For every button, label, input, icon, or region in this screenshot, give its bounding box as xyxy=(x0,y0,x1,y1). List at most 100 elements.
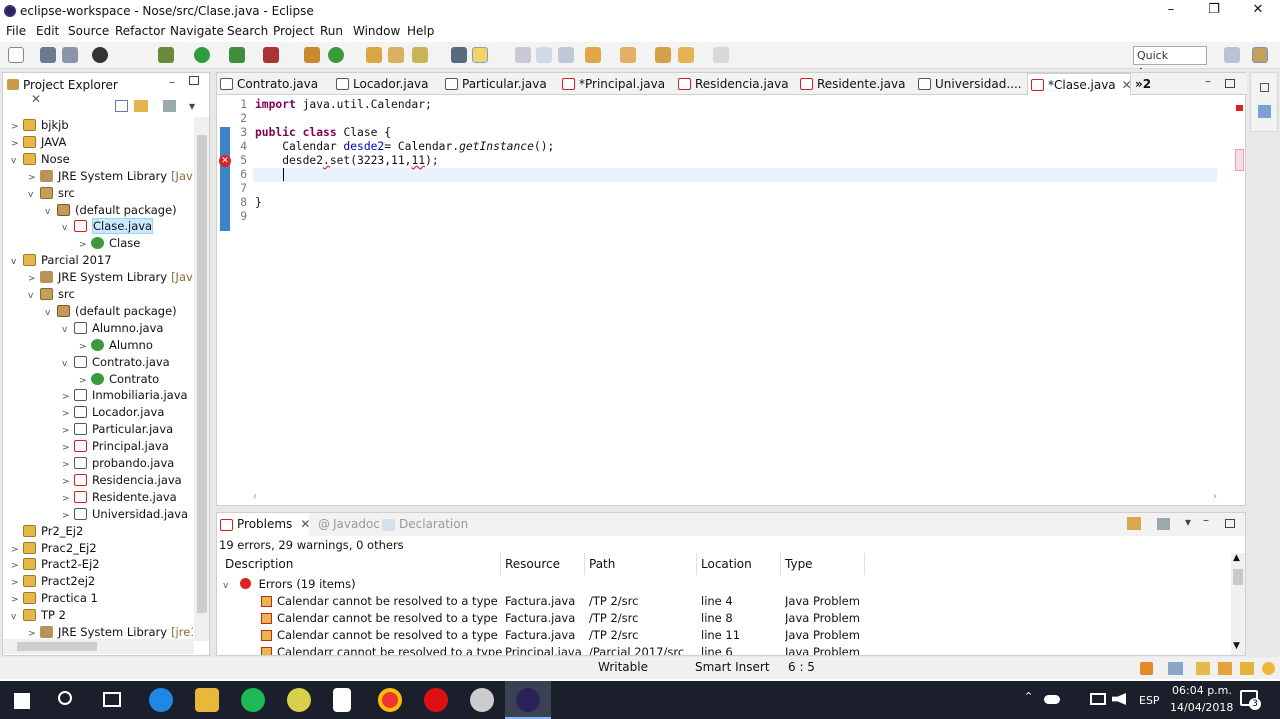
column-description[interactable]: Description xyxy=(221,553,501,575)
scrollbar-thumb[interactable] xyxy=(1233,569,1243,585)
back-icon[interactable] xyxy=(678,47,694,63)
expanded-twisty-icon[interactable]: v xyxy=(62,356,74,373)
tree-item[interactable]: > JAVA xyxy=(11,134,66,151)
expanded-twisty-icon[interactable]: v xyxy=(45,305,57,322)
collapse-all-icon[interactable] xyxy=(115,100,128,112)
expanded-twisty-icon[interactable]: v xyxy=(11,254,23,271)
menu-help[interactable]: Help xyxy=(407,24,434,38)
minimize-editor-icon[interactable]: – xyxy=(1205,74,1211,88)
tree-item[interactable]: > Inmobiliaria.java xyxy=(62,387,188,404)
rss-icon[interactable] xyxy=(1140,662,1153,675)
tab-clase[interactable]: *Clase.java ✕ xyxy=(1027,73,1132,95)
expanded-twisty-icon[interactable]: v xyxy=(45,204,57,221)
tree-item[interactable]: > Prac2_Ej2 xyxy=(11,540,97,557)
notifications-button[interactable]: 3 xyxy=(1240,690,1261,710)
clock-date[interactable]: 14/04/2018 xyxy=(1170,701,1233,714)
tab-overflow-button[interactable]: »2 xyxy=(1131,73,1155,95)
save-icon[interactable] xyxy=(40,47,56,63)
view-menu-icon[interactable]: ▾ xyxy=(189,99,195,113)
tree-item[interactable]: > Contrato xyxy=(79,371,159,388)
tree-item[interactable]: > probando.java xyxy=(62,455,174,472)
tree-item[interactable]: v Alumno.java xyxy=(62,320,163,337)
tree-item[interactable]: v Clase.java xyxy=(62,218,154,235)
cloud-icon[interactable] xyxy=(1044,695,1060,704)
minimize-view-icon[interactable]: – xyxy=(169,75,175,89)
open-task-icon[interactable] xyxy=(388,47,404,63)
edge-icon[interactable] xyxy=(149,688,173,712)
editor-vertical-scrollbar[interactable] xyxy=(1221,97,1235,493)
tree-item[interactable]: v src xyxy=(28,286,75,303)
skip-breakpoints-icon[interactable] xyxy=(92,47,108,63)
tree-item[interactable]: v Parcial 2017 xyxy=(11,252,112,269)
scroll-up-icon[interactable]: ▲ xyxy=(1233,553,1240,563)
column-path[interactable]: Path xyxy=(585,553,697,575)
external-tools-icon[interactable] xyxy=(263,47,279,63)
tab-residente[interactable]: Residente.java xyxy=(797,73,909,95)
block-selection-icon[interactable] xyxy=(536,47,552,63)
spotify-icon[interactable] xyxy=(241,688,265,712)
network-icon[interactable] xyxy=(1090,693,1106,705)
tree-item[interactable]: > Universidad.java xyxy=(62,506,188,523)
maximize-editor-icon[interactable] xyxy=(1225,79,1235,88)
tree-item[interactable]: > Alumno xyxy=(79,337,153,354)
tree-item[interactable]: v src xyxy=(28,185,75,202)
scroll-left-icon[interactable]: ‹ xyxy=(253,491,257,502)
tip-icon[interactable] xyxy=(1240,662,1254,675)
tree-vertical-scrollbar[interactable] xyxy=(194,117,209,641)
quick-access-input[interactable]: Quick Access xyxy=(1133,46,1207,79)
tree-item[interactable]: >JRE System Library[JavaSE- xyxy=(28,269,193,286)
run-icon[interactable] xyxy=(194,47,210,63)
java-perspective-icon[interactable] xyxy=(1252,47,1268,63)
tree-item[interactable]: > Particular.java xyxy=(62,421,173,438)
menu-window[interactable]: Window xyxy=(353,24,400,38)
expanded-twisty-icon[interactable]: v xyxy=(62,322,74,339)
tree-item[interactable]: > Residencia.java xyxy=(62,472,182,489)
tree-item[interactable]: > Principal.java xyxy=(62,438,169,455)
column-resource[interactable]: Resource xyxy=(501,553,585,575)
link-with-editor-icon[interactable] xyxy=(134,100,148,112)
help-icon[interactable] xyxy=(1262,662,1275,675)
open-type-icon[interactable] xyxy=(366,47,382,63)
scroll-down-icon[interactable]: ▼ xyxy=(1233,641,1240,651)
close-icon[interactable]: ✕ xyxy=(31,92,41,106)
table-row[interactable]: Calendarr cannot be resolved to a type Pr… xyxy=(217,644,1231,655)
last-edit-icon[interactable] xyxy=(655,47,671,63)
restore-icon[interactable] xyxy=(1260,83,1269,92)
menu-project[interactable]: Project xyxy=(273,24,314,38)
minimize-button[interactable]: – xyxy=(1149,0,1193,22)
menu-source[interactable]: Source xyxy=(68,24,109,38)
tree-horizontal-scrollbar[interactable] xyxy=(3,639,194,654)
windows-start-icon[interactable] xyxy=(14,693,30,709)
expanded-twisty-icon[interactable]: v xyxy=(11,153,23,170)
scrollbar-thumb[interactable] xyxy=(197,135,207,613)
tree-item[interactable]: Pr2_Ej2 xyxy=(11,523,83,540)
chrome-icon[interactable] xyxy=(378,688,402,712)
toggle-mark-occurrences-icon[interactable] xyxy=(451,47,467,63)
menu-refactor[interactable]: Refactor xyxy=(115,24,165,38)
app-icon[interactable] xyxy=(287,688,311,712)
error-overview-marker[interactable] xyxy=(1236,105,1243,111)
scroll-right-icon[interactable]: › xyxy=(1213,491,1217,502)
tree-item[interactable]: > Clase xyxy=(79,235,140,252)
tray-expand-icon[interactable]: ⌃ xyxy=(1024,690,1033,703)
tab-contrato[interactable]: Contrato.java xyxy=(217,73,319,95)
filter-icon[interactable] xyxy=(163,100,176,112)
tree-item[interactable]: >JRE System Library[JavaSE- xyxy=(28,168,193,185)
problems-vertical-scrollbar[interactable]: ▲ ▼ xyxy=(1231,553,1245,655)
save-all-icon[interactable] xyxy=(62,47,78,63)
expanded-twisty-icon[interactable]: v xyxy=(28,187,40,204)
maximize-view-icon[interactable] xyxy=(189,76,199,85)
column-location[interactable]: Location xyxy=(697,553,781,575)
tree-item[interactable]: v (default package) xyxy=(45,202,177,219)
code-area[interactable]: 1 import java.util.Calendar; 2 3 public … xyxy=(229,97,1219,491)
opera-icon[interactable] xyxy=(424,688,448,712)
open-perspective-icon[interactable] xyxy=(1224,47,1240,63)
search-icon[interactable] xyxy=(58,691,72,705)
new-class-icon[interactable] xyxy=(328,47,344,63)
tree-item[interactable]: v (default package) xyxy=(45,303,177,320)
tab-particular[interactable]: Particular.java xyxy=(442,73,550,95)
menu-navigate[interactable]: Navigate xyxy=(170,24,224,38)
debug-icon[interactable] xyxy=(158,47,174,63)
eclipse-taskbar-button[interactable] xyxy=(505,681,551,719)
tab-locador[interactable]: Locador.java xyxy=(333,73,429,95)
